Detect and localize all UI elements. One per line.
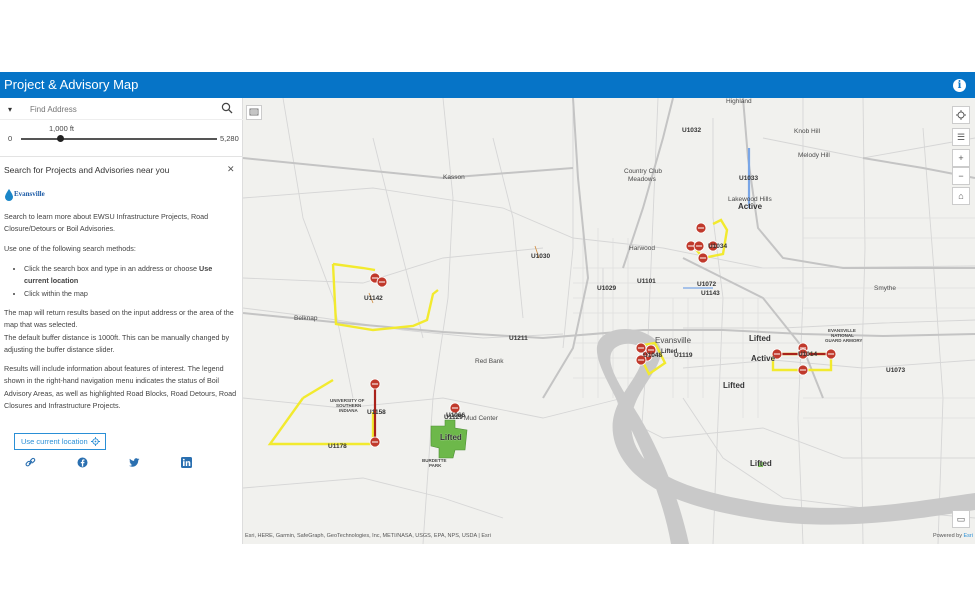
place-label: Country Club [624, 168, 662, 175]
search-bar: ▾ [0, 98, 243, 120]
use-current-location-button[interactable]: Use current location [14, 433, 106, 450]
info-icon[interactable]: i [953, 79, 966, 92]
link-icon[interactable] [25, 457, 36, 468]
buffer-distance-slider[interactable]: 1,000 ft 0 5,280 [0, 120, 243, 154]
route-label: U1142 [364, 295, 383, 302]
place-label: Kasson [443, 174, 465, 181]
search-instructions-panel: Search for Projects and Advisories near … [0, 156, 243, 544]
close-panel-icon[interactable]: ✕ [227, 164, 235, 175]
status-tag: Lifted [661, 349, 678, 355]
place-label: Evansville [655, 336, 692, 345]
status-tag: Lifted [750, 459, 772, 468]
place-label: Mud Center [464, 415, 498, 422]
basemap-gallery-button[interactable]: ▭ [952, 510, 970, 528]
status-tag: Active [738, 202, 763, 211]
route-label: U1014 [798, 351, 818, 358]
route-label: U1072 [697, 281, 717, 288]
place-label: GUARD ARMORY [825, 338, 863, 343]
place-label: Highland [726, 98, 752, 105]
route-label: U1030 [531, 253, 551, 260]
legend-button[interactable]: ☰ [952, 128, 970, 146]
overview-toggle-button[interactable] [246, 105, 262, 120]
place-label: INDIANA [339, 408, 358, 413]
status-tag: Lifted [723, 381, 745, 390]
results-text-1: The map will return results based on the… [4, 308, 234, 330]
list-icon: ☰ [956, 132, 966, 142]
address-search-input[interactable] [30, 101, 210, 117]
place-label: Red Bank [475, 358, 504, 365]
list-item: Click within the map [24, 288, 224, 300]
slider-value-label: 1,000 ft [49, 124, 75, 133]
slider-thumb[interactable] [57, 135, 64, 142]
route-label: U1143 [701, 290, 720, 297]
search-icon[interactable] [221, 102, 233, 114]
crosshair-icon [956, 110, 966, 120]
methods-list: Click the search box and type in an addr… [24, 263, 224, 300]
list-item: Click the search box and type in an addr… [24, 263, 224, 288]
slider-track[interactable] [21, 138, 217, 140]
search-dropdown-chevron-icon[interactable]: ▾ [8, 105, 12, 114]
layers-icon: ▭ [956, 514, 966, 524]
home-icon: ⌂ [958, 191, 964, 201]
locate-button[interactable] [952, 106, 970, 124]
status-tag: Lifted [440, 433, 462, 442]
route-label: U1073 [886, 367, 906, 374]
place-label: Meadows [628, 176, 656, 183]
results-text-3: Results will include information about f… [4, 364, 237, 411]
status-tag: Lifted [749, 334, 771, 343]
water-drop-icon [5, 189, 13, 201]
powered-by: Powered by Esri [932, 533, 973, 539]
app-header: Project & Advisory Map i [0, 72, 975, 98]
results-text-2: The default buffer distance is 1000ft. T… [4, 333, 230, 355]
place-label: Melody Hill [798, 152, 830, 159]
map-view[interactable]: Highland Knob Hill Melody Hill Kasson Co… [243, 98, 975, 544]
place-label: PARK [429, 463, 442, 468]
side-panel: ▾ 1,000 ft 0 5,280 Search for Projects a… [0, 98, 243, 544]
logo-text: Evansville [14, 190, 45, 198]
place-label: Harwood [629, 245, 656, 252]
app-frame: Project & Advisory Map i ▾ 1,000 ft 0 5,… [0, 72, 975, 544]
panel-heading: Search for Projects and Advisories near … [4, 165, 170, 175]
status-tag: Active [751, 354, 776, 363]
intro-text: Search to learn more about EWSU Infrastr… [4, 212, 209, 234]
evansville-logo: Evansville [5, 189, 47, 205]
place-label: Smythe [874, 285, 897, 292]
app-title: Project & Advisory Map [4, 77, 139, 92]
place-label: Belknap [294, 315, 318, 322]
methods-intro-text: Use one of the following search methods: [4, 244, 136, 253]
zoom-out-button[interactable]: − [952, 167, 970, 185]
basemap [243, 98, 975, 544]
locate-icon [91, 437, 100, 446]
route-label: U1158 [367, 409, 386, 416]
panel-toggle-icon [249, 108, 259, 116]
route-label: U1178 [328, 443, 347, 450]
slider-min-label: 0 [8, 134, 13, 143]
facebook-icon[interactable] [77, 457, 88, 468]
route-label: U1101 [637, 278, 656, 285]
route-label: U1211 [509, 335, 528, 342]
twitter-icon[interactable] [129, 457, 140, 468]
route-label: U1033 [739, 175, 759, 182]
route-label: U1066 [446, 412, 466, 419]
zoom-in-button[interactable]: + [952, 149, 970, 167]
route-label: U1048 [643, 352, 663, 359]
slider-max-label: 5,280 [220, 134, 239, 143]
place-label: Knob Hill [794, 128, 821, 135]
home-button[interactable]: ⌂ [952, 187, 970, 205]
route-label: U1034 [708, 243, 728, 250]
minus-icon: − [958, 171, 964, 181]
map-attribution: Esri, HERE, Garmin, SafeGraph, GeoTechno… [245, 533, 491, 539]
esri-link[interactable]: Esri [964, 533, 973, 539]
route-label: U1032 [682, 127, 702, 134]
plus-icon: + [958, 153, 964, 163]
linkedin-icon[interactable] [181, 457, 192, 468]
route-label: U1029 [597, 285, 617, 292]
